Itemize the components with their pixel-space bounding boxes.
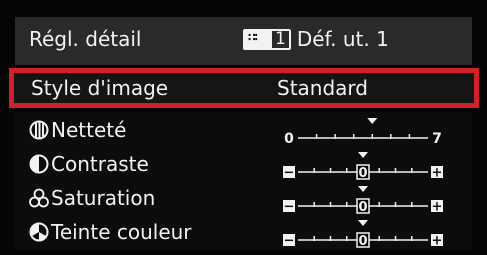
sharpness-row[interactable]: Netteté 07 xyxy=(15,112,472,148)
scale-min-label: 0 xyxy=(284,131,294,146)
contrast-row[interactable]: Contraste − +0 xyxy=(15,146,472,182)
picture-style-label: Style d'image xyxy=(31,76,169,100)
contrast-icon xyxy=(29,154,49,174)
scale-indicator-arrow xyxy=(367,118,378,124)
saturation-text: Saturation xyxy=(51,186,156,210)
picture-style-value: Standard xyxy=(277,76,368,100)
color-tone-scale[interactable]: − +0 xyxy=(278,218,443,248)
picture-style-row[interactable]: Style d'image Standard xyxy=(9,68,479,108)
sharpness-scale[interactable]: 07 xyxy=(278,116,443,146)
scale-indicator-arrow xyxy=(358,220,368,226)
scale-indicator-arrow xyxy=(358,186,368,192)
saturation-scale[interactable]: − +0 xyxy=(278,184,443,214)
color-tone-icon xyxy=(29,222,49,242)
current-style: ∷∶ 1 Déf. ut. 1 xyxy=(243,27,389,51)
color-tone-text: Teinte couleur xyxy=(51,220,192,244)
style-name: Déf. ut. 1 xyxy=(296,27,389,51)
sharpness-icon xyxy=(29,120,49,140)
style-number: 1 xyxy=(275,28,286,49)
scale-min-label: − xyxy=(284,166,295,181)
contrast-scale[interactable]: − +0 xyxy=(278,150,443,180)
scale-zero-label: 0 xyxy=(358,234,367,248)
scale-indicator-arrow xyxy=(358,152,368,158)
saturation-label: Saturation xyxy=(29,186,155,210)
scale-max-label: + xyxy=(432,166,443,181)
scale-max-label: + xyxy=(432,234,443,249)
user-style-badge: ∷∶ 1 xyxy=(243,28,291,50)
saturation-icon xyxy=(29,188,49,208)
header-bar: Régl. détail ∷∶ 1 Déf. ut. 1 xyxy=(15,17,472,65)
sharpness-label: Netteté xyxy=(29,118,126,142)
scale-max-label: + xyxy=(432,200,443,215)
scale-zero-label: 0 xyxy=(358,166,367,180)
color-tone-row[interactable]: Teinte couleur − +0 xyxy=(15,214,472,250)
contrast-label: Contraste xyxy=(29,152,149,176)
scale-min-label: − xyxy=(284,234,295,249)
sharpness-text: Netteté xyxy=(51,118,127,142)
color-tone-label: Teinte couleur xyxy=(29,220,192,244)
user-def-icon: ∷∶ xyxy=(245,30,272,48)
scale-min-label: − xyxy=(284,200,295,215)
scale-zero-label: 0 xyxy=(358,200,367,214)
picture-style-detail-screen: Régl. détail ∷∶ 1 Déf. ut. 1 Style d'ima… xyxy=(0,0,487,255)
saturation-row[interactable]: Saturation − +0 xyxy=(15,180,472,216)
contrast-text: Contraste xyxy=(51,152,149,176)
screen-title: Régl. détail xyxy=(29,27,142,51)
scale-max-label: 7 xyxy=(432,131,442,146)
